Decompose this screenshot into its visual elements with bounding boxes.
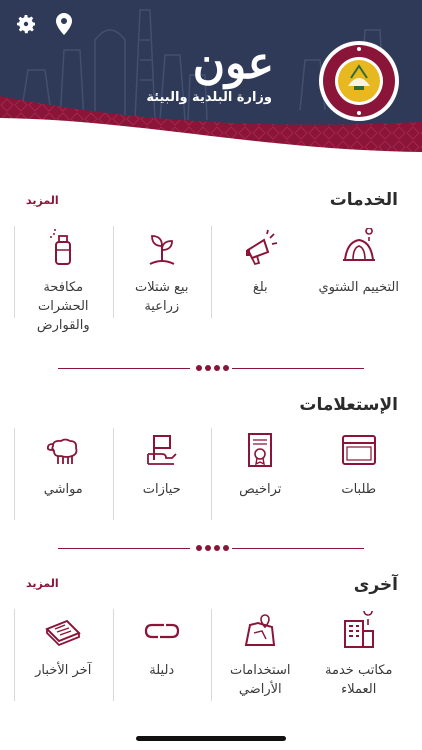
- service-tile-pest-control[interactable]: مكافحة الحشرات والقوارض: [14, 220, 113, 335]
- app-header: عون وزارة البلدية والبيئة: [0, 0, 422, 170]
- services-row: التخييم الشتوي بلغ بيع شتلات زراعية مكاف…: [14, 220, 408, 335]
- megaphone-icon: [246, 229, 278, 266]
- other-label: دليلة: [149, 663, 175, 678]
- location-pin-icon[interactable]: [50, 10, 78, 38]
- spray-icon: [50, 229, 72, 265]
- other-row: مكاتب خدمة العملاء استخدامات الأراضي دلي…: [14, 603, 409, 701]
- other-tile-guide[interactable]: دليلة: [112, 603, 212, 701]
- inquiry-tile-licenses[interactable]: تراخيص: [211, 422, 310, 520]
- other-more-link[interactable]: المزيد: [26, 577, 59, 590]
- other-tile-customer-service-offices[interactable]: مكاتب خدمة العملاء: [310, 603, 409, 699]
- seedling-icon: [149, 235, 175, 265]
- inquiry-label: تراخيص: [239, 482, 282, 497]
- inquiry-label: حيازات: [142, 482, 181, 497]
- inquiries-section-title: الإستعلامات: [299, 395, 398, 415]
- service-label: بلغ: [252, 280, 268, 295]
- services-section-title: الخدمات: [329, 190, 398, 210]
- service-tile-report[interactable]: بلغ: [211, 220, 310, 335]
- other-tile-latest-news[interactable]: آخر الأخبار: [14, 603, 113, 701]
- inquiry-tile-holdings[interactable]: حيازات: [112, 422, 212, 520]
- inquiry-tile-requests[interactable]: طلبات: [310, 422, 409, 499]
- ministry-name: وزارة البلدية والبيئة: [146, 90, 272, 105]
- certificate-icon: [248, 433, 273, 467]
- service-label: بيع شتلات زراعية: [135, 280, 189, 314]
- holdings-icon: [146, 435, 177, 465]
- chain-link-icon: [144, 623, 179, 639]
- tent-icon: [342, 228, 375, 261]
- inquiry-label: طلبات: [341, 482, 377, 497]
- ministry-seal-logo: [319, 41, 399, 121]
- other-section-title: آخرى: [353, 575, 398, 595]
- section-separator: [58, 365, 364, 373]
- app-logo-word: عون: [192, 38, 274, 89]
- sheep-icon: [47, 438, 78, 464]
- other-label: مكاتب خدمة العملاء: [325, 663, 393, 697]
- newspaper-icon: [45, 619, 82, 647]
- home-indicator-bar[interactable]: [136, 736, 286, 741]
- other-label: استخدامات الأراضي: [230, 663, 291, 697]
- service-label: التخييم الشتوي: [318, 280, 399, 295]
- services-more-link[interactable]: المزيد: [26, 194, 59, 207]
- other-tile-land-uses[interactable]: استخدامات الأراضي: [211, 603, 310, 701]
- service-tile-winter-camping[interactable]: التخييم الشتوي: [310, 220, 409, 335]
- land-map-icon: [245, 614, 276, 646]
- inquiry-label: مواشي: [43, 482, 83, 497]
- other-label: آخر الأخبار: [35, 663, 92, 678]
- service-label: مكافحة الحشرات والقوارض: [36, 280, 90, 333]
- office-building-icon: [343, 611, 374, 648]
- section-separator: [58, 545, 364, 553]
- service-tile-seedlings[interactable]: بيع شتلات زراعية: [112, 220, 212, 335]
- window-icon: [341, 435, 376, 465]
- settings-gear-icon[interactable]: [12, 10, 40, 38]
- inquiries-row: طلبات تراخيص حيازات مواشي: [14, 422, 409, 520]
- inquiry-tile-livestock[interactable]: مواشي: [14, 422, 113, 520]
